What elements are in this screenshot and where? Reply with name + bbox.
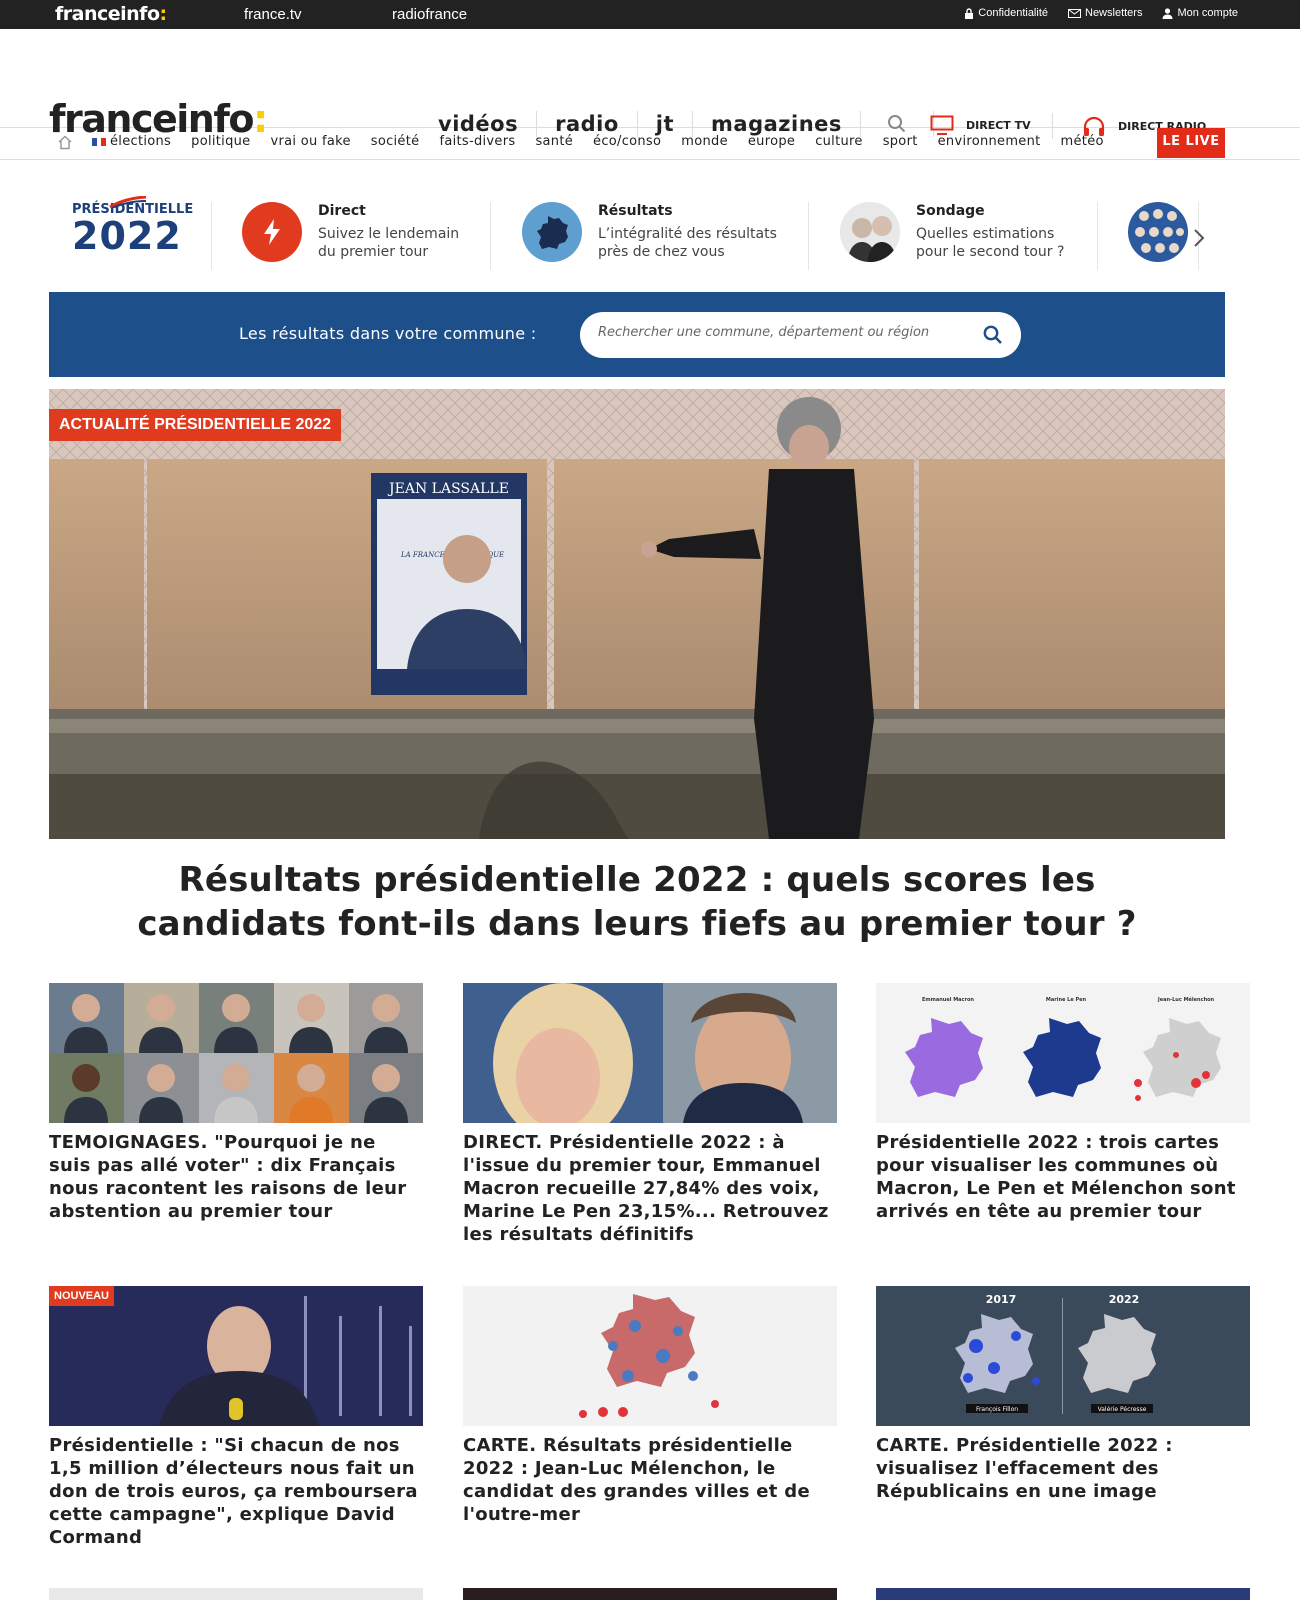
hero-category-tag[interactable]: ACTUALITÉ PRÉSIDENTIELLE 2022 <box>49 409 342 441</box>
article-image-partial[interactable] <box>49 1588 423 1600</box>
chevron-right-icon <box>1194 229 1205 247</box>
section-meteo[interactable]: météo <box>1061 134 1104 149</box>
france-flag-icon <box>92 137 107 146</box>
section-environnement[interactable]: environnement <box>938 134 1041 149</box>
svg-text:2017: 2017 <box>986 1293 1017 1306</box>
commune-search-submit[interactable] <box>983 325 1003 349</box>
prez-item-sondage[interactable]: Sondage Quelles estimations pour le seco… <box>840 202 1064 262</box>
newsletters-link[interactable]: Newsletters <box>1068 7 1142 19</box>
svg-text:François Fillon: François Fillon <box>976 1406 1018 1413</box>
home-button[interactable] <box>57 135 73 154</box>
svg-text:Valérie Pécresse: Valérie Pécresse <box>1098 1406 1147 1413</box>
tricolor-swoosh-icon <box>109 196 147 208</box>
svg-text:2022: 2022 <box>1109 1293 1140 1306</box>
nouveau-badge: NOUVEAU <box>49 1286 115 1306</box>
section-societe[interactable]: société <box>371 134 420 149</box>
privacy-link[interactable]: Confidentialité <box>964 7 1048 19</box>
section-vrai-ou-fake[interactable]: vrai ou fake <box>270 134 350 149</box>
article-card[interactable]: Emmanuel Macron Marine Le Pen Jean-Luc M… <box>876 983 1250 1223</box>
lightning-icon <box>242 202 302 262</box>
svg-text:Jean-Luc Mélenchon: Jean-Luc Mélenchon <box>1157 996 1215 1003</box>
hero-image[interactable]: ACTUALITÉ PRÉSIDENTIELLE 2022 JEAN LASSA… <box>49 389 1225 839</box>
article-card[interactable]: TEMOIGNAGES. "Pourquoi je ne suis pas al… <box>49 983 423 1223</box>
article-image-partial[interactable] <box>463 1588 837 1600</box>
article-card[interactable]: DIRECT. Présidentielle 2022 : à l'issue … <box>463 983 837 1246</box>
section-monde[interactable]: monde <box>681 134 728 149</box>
user-icon <box>1162 7 1173 19</box>
site-header: franceinfo: vidéos radio jt magazines DI… <box>0 29 1300 141</box>
article-card[interactable]: 2017 2022 François Fillon Valérie Pécres… <box>876 1286 1250 1503</box>
candidates-photo <box>840 202 900 262</box>
article-title[interactable]: Présidentielle 2022 : trois cartes pour … <box>876 1131 1250 1223</box>
article-image <box>463 983 837 1123</box>
commune-search-box[interactable] <box>580 312 1021 358</box>
article-image-partial[interactable] <box>876 1588 1250 1600</box>
article-image <box>463 1286 837 1426</box>
hero-photo: JEAN LASSALLE LA FRANCE AUTHENTIQUE <box>49 389 1225 839</box>
section-europe[interactable]: europe <box>748 134 795 149</box>
section-eco-conso[interactable]: éco/conso <box>593 134 661 149</box>
top-bar: franceinfo: france.tv radiofrance Confid… <box>0 0 1300 29</box>
article-card[interactable]: CARTE. Résultats présidentielle 2022 : J… <box>463 1286 837 1526</box>
section-sport[interactable]: sport <box>883 134 918 149</box>
article-image: Emmanuel Macron Marine Le Pen Jean-Luc M… <box>876 983 1250 1123</box>
le-live-button[interactable]: LE LIVE <box>1157 128 1225 158</box>
article-title[interactable]: Présidentielle : "Si chacun de nos 1,5 m… <box>49 1434 423 1549</box>
prez-item-resultats[interactable]: Résultats L’intégralité des résultats pr… <box>522 202 777 262</box>
home-icon <box>58 135 72 150</box>
article-title[interactable]: DIRECT. Présidentielle 2022 : à l'issue … <box>463 1131 837 1246</box>
article-image: 2017 2022 François Fillon Valérie Pécres… <box>876 1286 1250 1426</box>
presidentielle-band: PRÉSIDENTIELLE 2022 Direct Suivez le len… <box>0 160 1300 287</box>
results-search-label: Les résultats dans votre commune : <box>239 324 537 343</box>
presidentielle-2022-logo[interactable]: PRÉSIDENTIELLE 2022 <box>72 196 193 255</box>
article-title[interactable]: CARTE. Résultats présidentielle 2022 : J… <box>463 1434 837 1526</box>
carousel-next-button[interactable] <box>1193 228 1205 252</box>
section-elections[interactable]: élections <box>92 134 171 149</box>
prez-item-title: Sondage <box>916 203 985 219</box>
section-politique[interactable]: politique <box>191 134 250 149</box>
article-image <box>49 983 423 1123</box>
account-link[interactable]: Mon compte <box>1162 7 1238 19</box>
search-icon <box>983 325 1002 344</box>
prez-item-candidates[interactable] <box>1128 202 1188 262</box>
article-image: NOUVEAU <box>49 1286 423 1426</box>
section-culture[interactable]: culture <box>815 134 863 149</box>
candidates-grid-photo <box>1128 202 1188 262</box>
svg-text:JEAN LASSALLE: JEAN LASSALLE <box>387 481 509 497</box>
candidate-poster: JEAN LASSALLE LA FRANCE AUTHENTIQUE <box>371 473 527 695</box>
mail-icon <box>1068 8 1081 18</box>
results-search-band: Les résultats dans votre commune : <box>49 292 1225 377</box>
prez-item-direct[interactable]: Direct Suivez le lendemain du premier to… <box>242 202 459 262</box>
article-card[interactable]: NOUVEAU Présidentielle : "Si chacun de n… <box>49 1286 423 1549</box>
hero-title[interactable]: Résultats présidentielle 2022 : quels sc… <box>49 858 1225 946</box>
newsletters-label: Newsletters <box>1085 7 1143 19</box>
commune-search-input[interactable] <box>598 325 968 340</box>
radiofrance-link[interactable]: radiofrance <box>392 6 467 23</box>
section-nav: élections politique vrai ou fake société… <box>0 128 1300 160</box>
lock-icon <box>965 7 974 19</box>
prez-item-title: Direct <box>318 203 366 219</box>
section-faits-divers[interactable]: faits-divers <box>439 134 515 149</box>
svg-text:Marine Le Pen: Marine Le Pen <box>1046 997 1087 1003</box>
francetv-link[interactable]: france.tv <box>244 6 302 23</box>
privacy-label: Confidentialité <box>978 7 1048 19</box>
article-title[interactable]: TEMOIGNAGES. "Pourquoi je ne suis pas al… <box>49 1131 423 1223</box>
prez-item-title: Résultats <box>598 203 673 219</box>
account-label: Mon compte <box>1177 7 1238 19</box>
section-sante[interactable]: santé <box>535 134 573 149</box>
article-title[interactable]: CARTE. Présidentielle 2022 : visualisez … <box>876 1434 1250 1503</box>
france-map-icon <box>522 202 582 262</box>
svg-text:Emmanuel Macron: Emmanuel Macron <box>922 997 974 1003</box>
franceinfo-top-link[interactable]: franceinfo: <box>55 3 167 25</box>
